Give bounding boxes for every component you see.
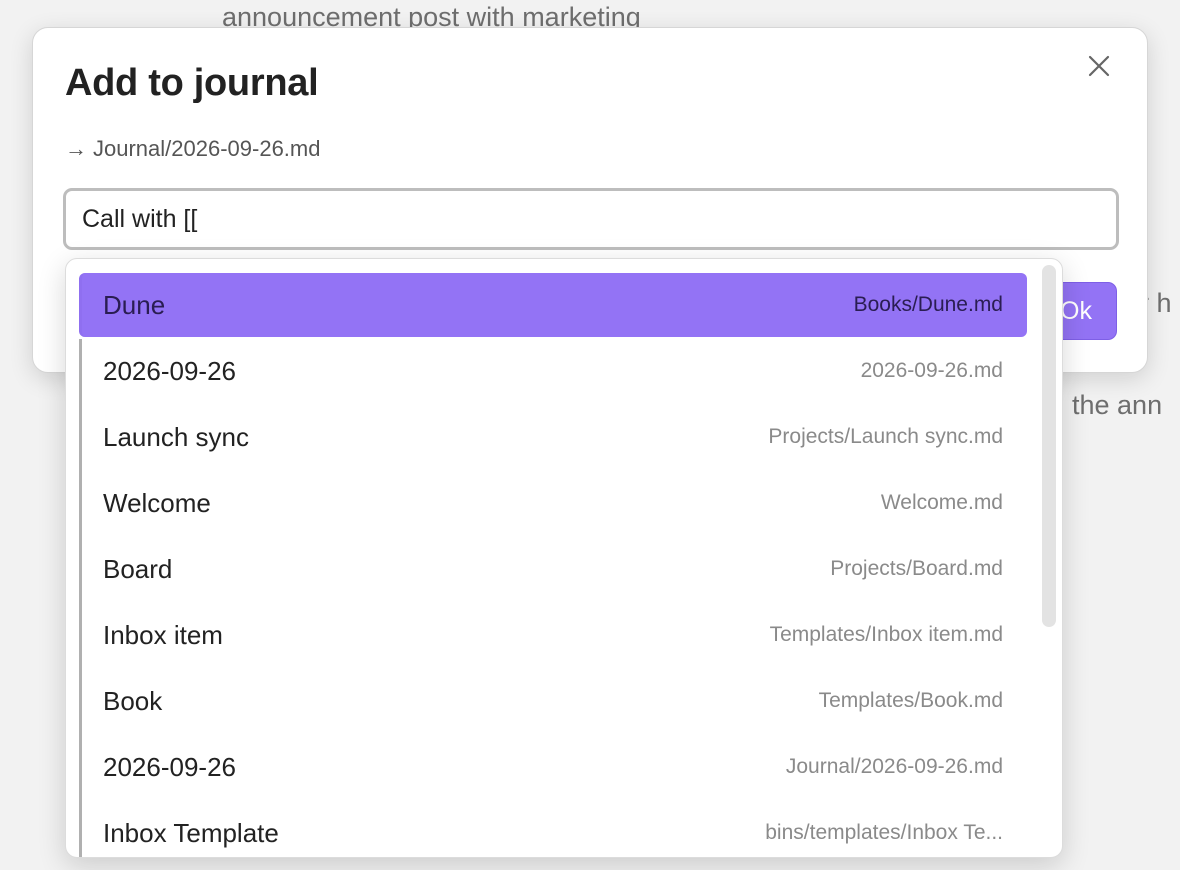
suggestion-path: bins/templates/Inbox Te...	[765, 821, 1003, 844]
suggestion-path: Welcome.md	[880, 491, 1003, 514]
suggestion-name: Book	[103, 686, 163, 716]
dialog-title: Add to journal	[65, 62, 319, 104]
suggestion-item[interactable]: 2026-09-26 Journal/2026-09-26.md	[79, 735, 1027, 801]
suggestion-path: Projects/Board.md	[830, 557, 1003, 580]
suggestion-path: Books/Dune.md	[853, 293, 1003, 316]
destination-file: Journal/2026-09-26.md	[93, 136, 321, 161]
background-text-line: the ann	[1072, 390, 1163, 420]
suggestion-path: Templates/Inbox item.md	[769, 623, 1003, 646]
suggestion-item[interactable]: Inbox Template bins/templates/Inbox Te..…	[79, 801, 1027, 857]
suggestion-item[interactable]: Board Projects/Board.md	[79, 537, 1027, 603]
suggestion-item[interactable]: Book Templates/Book.md	[79, 669, 1027, 735]
suggestion-path: Journal/2026-09-26.md	[785, 755, 1003, 778]
destination-path: → Journal/2026-09-26.md	[65, 136, 320, 162]
journal-entry-input[interactable]	[63, 188, 1119, 250]
suggestion-scrollbar[interactable]	[1042, 265, 1056, 627]
suggestion-path: Templates/Book.md	[818, 689, 1003, 712]
suggestion-item[interactable]: Welcome Welcome.md	[79, 471, 1027, 537]
suggestion-item[interactable]: Inbox item Templates/Inbox item.md	[79, 603, 1027, 669]
close-icon	[1088, 55, 1110, 77]
suggestion-name: Inbox Template	[103, 818, 279, 848]
suggestion-name: Inbox item	[103, 620, 223, 650]
suggestion-name: 2026-09-26	[103, 356, 236, 386]
suggestion-item[interactable]: Launch sync Projects/Launch sync.md	[79, 405, 1027, 471]
close-button[interactable]	[1083, 50, 1115, 82]
suggestion-item[interactable]: 2026-09-26 2026-09-26.md	[79, 339, 1027, 405]
suggestion-name: Launch sync	[103, 422, 249, 452]
suggestion-item[interactable]: Dune Books/Dune.md	[79, 273, 1027, 337]
suggestion-name: Welcome	[103, 488, 211, 518]
suggestion-name: Dune	[103, 290, 166, 320]
link-suggestion-popup: Dune Books/Dune.md 2026-09-26 2026-09-26…	[65, 258, 1063, 858]
arrow-right-icon: →	[65, 136, 87, 161]
suggestion-name: Board	[103, 554, 173, 584]
suggestion-path: Projects/Launch sync.md	[768, 425, 1003, 448]
suggestion-name: 2026-09-26	[103, 752, 236, 782]
suggestion-path: 2026-09-26.md	[860, 359, 1003, 382]
suggestion-list: Dune Books/Dune.md 2026-09-26 2026-09-26…	[79, 273, 1027, 857]
